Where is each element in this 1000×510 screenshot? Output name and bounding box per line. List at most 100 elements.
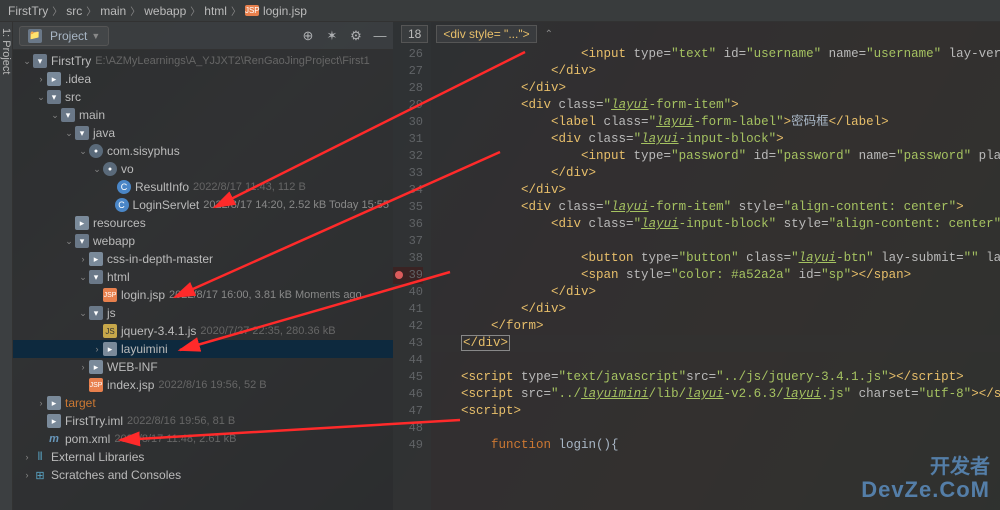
line-number[interactable]: 40 [393,284,423,301]
tree-row[interactable]: ▸FirstTry.iml 2022/8/16 19:56, 81 B [13,412,393,430]
expand-icon[interactable]: › [91,344,103,354]
tree-row[interactable]: ⌄●com.sisyphus [13,142,393,160]
tree-row[interactable]: ⌄▾html [13,268,393,286]
line-number[interactable]: 41 [393,301,423,318]
tree-row[interactable]: ⌄●vo [13,160,393,178]
tree-row[interactable]: ›⫴External Libraries [13,448,393,466]
expand-icon[interactable]: › [77,362,89,372]
line-number[interactable]: 47 [393,403,423,420]
collapse-icon[interactable]: ⌄ [77,308,89,319]
code-line[interactable]: <label class="layui-form-label">密码框</lab… [431,114,1000,131]
tree-row[interactable]: CLoginServlet 2022/8/17 14:20, 2.52 kB T… [13,196,393,214]
code-line[interactable] [431,233,1000,250]
tree-row[interactable]: ⌄▾webapp [13,232,393,250]
collapse-icon[interactable]: ⌄ [77,272,89,283]
code-line[interactable]: <span style="color: #a52a2a" id="sp"></s… [431,267,1000,284]
line-number[interactable]: 33 [393,165,423,182]
code-line[interactable]: </div> [431,301,1000,318]
collapse-icon[interactable]: ⌄ [77,146,89,157]
line-number[interactable]: 34 [393,182,423,199]
breadcrumb-segment[interactable]: src [66,4,82,18]
tree-row[interactable]: ⌄▾src [13,88,393,106]
tree-row[interactable]: ▸resources [13,214,393,232]
line-number[interactable]: 30 [393,114,423,131]
line-number[interactable]: 43 [393,335,423,352]
code-line[interactable]: <script type="text/javascript"src="../js… [431,369,1000,386]
line-number[interactable]: 27 [393,63,423,80]
tree-row[interactable]: ›▸layuimini [13,340,393,358]
tree-row[interactable]: mpom.xml 2022/8/17 11:48, 2.61 kB [13,430,393,448]
breadcrumb-segment[interactable]: html [204,4,227,18]
line-number[interactable]: 38 [393,250,423,267]
breadcrumb-segment[interactable]: webapp [144,4,186,18]
project-view-dropdown[interactable]: 📁 Project ▼ [19,26,109,46]
hide-icon[interactable]: — [373,29,387,43]
project-tool-tab[interactable]: 1: Project [0,22,13,510]
expand-icon[interactable]: › [35,74,47,84]
tree-row[interactable]: ⌄▾js [13,304,393,322]
tree-row[interactable]: ⌄▾java [13,124,393,142]
expand-icon[interactable]: › [77,254,89,264]
breadcrumb-segment[interactable]: FirstTry [8,4,48,18]
tree-row[interactable]: CResultInfo 2022/8/17 11:43, 112 B [13,178,393,196]
code-line[interactable]: <button type="button" class="layui-btn" … [431,250,1000,267]
tree-row[interactable]: ›⊞Scratches and Consoles [13,466,393,484]
code-line[interactable]: </form> [431,318,1000,335]
code-line[interactable]: </div> [431,63,1000,80]
expand-icon[interactable]: › [21,452,33,462]
expand-icon[interactable]: ✶ [325,29,339,43]
breadcrumb-segment[interactable]: login.jsp [263,4,307,18]
tree-row[interactable]: JSPlogin.jsp 2022/8/17 16:00, 3.81 kB Mo… [13,286,393,304]
code-area[interactable]: <input type="text" id="username" name="u… [431,22,1000,510]
code-line[interactable]: </div> [431,284,1000,301]
expand-icon[interactable]: › [35,398,47,408]
line-number[interactable]: 48 [393,420,423,437]
collapse-icon[interactable]: ⌄ [35,92,47,103]
code-line[interactable]: </div> [431,182,1000,199]
tree-row[interactable]: JSjquery-3.4.1.js 2020/7/27 22:35, 280.3… [13,322,393,340]
code-line[interactable]: </div> [431,335,1000,352]
collapse-icon[interactable]: ⌄ [63,236,75,247]
code-line[interactable] [431,420,1000,437]
code-line[interactable]: </div> [431,80,1000,97]
line-number[interactable]: 37 [393,233,423,250]
tree-row[interactable]: ›▸css-in-depth-master [13,250,393,268]
settings-icon[interactable]: ⚙ [349,29,363,43]
tree-row[interactable]: ⌄▾FirstTry E:\AZMyLearnings\A_YJJXT2\Ren… [13,52,393,70]
line-number[interactable]: 31 [393,131,423,148]
code-line[interactable]: <div class="layui-form-item" style="alig… [431,199,1000,216]
line-number[interactable]: 49 [393,437,423,454]
breadcrumb-segment[interactable]: main [100,4,126,18]
tree-row[interactable]: ›▸WEB-INF [13,358,393,376]
line-number[interactable]: 28 [393,80,423,97]
collapse-icon[interactable]: ⌄ [63,128,75,139]
code-line[interactable]: <div class="layui-input-block"> [431,131,1000,148]
code-line[interactable] [431,352,1000,369]
code-line[interactable]: <input type="text" id="username" name="u… [431,46,1000,63]
tree-row[interactable]: ›▸.idea [13,70,393,88]
collapse-icon[interactable]: ⌄ [21,56,33,67]
code-line[interactable]: function login(){ [431,437,1000,454]
code-line[interactable]: </div> [431,165,1000,182]
line-number[interactable]: 29 [393,97,423,114]
line-number[interactable]: 32 [393,148,423,165]
line-number[interactable]: 45 [393,369,423,386]
code-line[interactable]: <script> [431,403,1000,420]
line-gutter[interactable]: 2627282930313233343536373839404142434445… [393,22,431,510]
collapse-icon[interactable]: ⌄ [49,110,61,121]
locate-icon[interactable]: ⊕ [301,29,315,43]
code-line[interactable]: <div class="layui-form-item"> [431,97,1000,114]
line-number[interactable]: 26 [393,46,423,63]
line-number[interactable]: 44 [393,352,423,369]
line-number[interactable]: 36 [393,216,423,233]
tree-row[interactable]: JSPindex.jsp 2022/8/16 19:56, 52 B [13,376,393,394]
code-line[interactable]: <input type="password" id="password" nam… [431,148,1000,165]
line-number[interactable]: 35 [393,199,423,216]
code-line[interactable]: <script src="../layuimini/lib/layui-v2.6… [431,386,1000,403]
line-number[interactable]: 39 [393,267,423,284]
expand-icon[interactable]: › [21,470,33,480]
line-number[interactable]: 42 [393,318,423,335]
project-tree[interactable]: ⌄▾FirstTry E:\AZMyLearnings\A_YJJXT2\Ren… [13,50,393,510]
code-editor[interactable]: 18 <div style= "..."> ⌃ 2627282930313233… [393,22,1000,510]
collapse-icon[interactable]: ⌄ [91,164,103,175]
